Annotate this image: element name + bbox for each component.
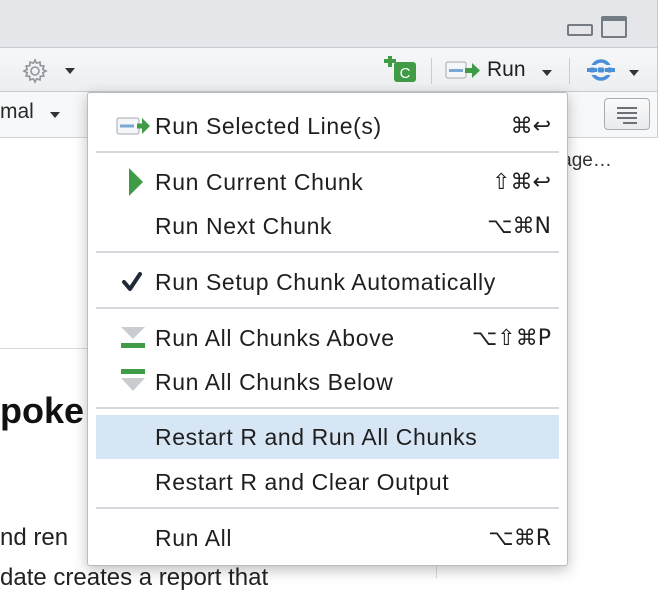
menu-item-label: Run Setup Chunk Automatically bbox=[155, 268, 496, 295]
run-button-label: Run bbox=[487, 58, 526, 81]
outline-icon-line bbox=[617, 112, 637, 114]
menu-item-run-all-chunks-below[interactable]: Run All Chunks Below bbox=[96, 361, 559, 403]
run-arrow-icon bbox=[445, 61, 480, 79]
menu-item-run-current-chunk[interactable]: Run Current Chunk ⇧⌘↩ bbox=[96, 161, 559, 203]
outline-icon-line bbox=[623, 122, 637, 124]
content-divider-line bbox=[0, 348, 90, 349]
document-outline-button[interactable] bbox=[604, 98, 650, 130]
document-paragraph-line: date creates a report that bbox=[0, 564, 269, 591]
menu-item-label: Run Next Chunk bbox=[155, 212, 333, 239]
run-above-icon bbox=[121, 327, 145, 348]
menu-separator bbox=[96, 251, 559, 253]
window-title-strip bbox=[0, 0, 658, 48]
menu-item-restart-r-and-run-all-chunks[interactable]: Restart R and Run All Chunks bbox=[96, 415, 559, 459]
menu-item-run-all[interactable]: Run All ⌥⌘R bbox=[96, 517, 559, 559]
outline-icon bbox=[617, 107, 637, 109]
menu-item-run-selected-lines[interactable]: Run Selected Line(s) ⌘↩ bbox=[96, 105, 559, 147]
run-dropdown-caret-icon[interactable] bbox=[542, 70, 552, 76]
menu-item-label: Run All Chunks Below bbox=[155, 368, 394, 395]
menu-item-shortcut: ⌥⇧⌘P bbox=[471, 325, 551, 351]
publish-dropdown-caret-icon[interactable] bbox=[629, 70, 639, 76]
toolbar-separator bbox=[431, 58, 432, 84]
play-icon bbox=[129, 168, 143, 196]
run-button[interactable]: Run bbox=[445, 54, 526, 86]
outline-icon-line bbox=[617, 117, 637, 119]
insert-chunk-letter: C bbox=[400, 65, 411, 82]
menu-separator bbox=[96, 507, 559, 509]
document-paragraph-line: nd ren bbox=[0, 524, 69, 551]
menu-item-label: Run Current Chunk bbox=[155, 168, 364, 195]
maximize-icon[interactable] bbox=[601, 16, 627, 38]
menu-item-shortcut: ⌥⌘R bbox=[488, 525, 551, 551]
menu-item-shortcut: ⌘↩ bbox=[510, 113, 551, 139]
minimize-icon[interactable] bbox=[567, 16, 593, 38]
menu-item-run-all-chunks-above[interactable]: Run All Chunks Above ⌥⇧⌘P bbox=[96, 317, 559, 359]
menu-item-shortcut: ⇧⌘↩ bbox=[492, 169, 551, 195]
menu-separator bbox=[96, 407, 559, 409]
gear-icon[interactable] bbox=[22, 58, 48, 84]
run-dropdown-menu: Run Selected Line(s) ⌘↩ Run Current Chun… bbox=[87, 92, 568, 566]
checkmark-icon bbox=[122, 272, 142, 291]
editor-toolbar: C Run bbox=[0, 48, 658, 92]
format-dropdown-caret-icon[interactable] bbox=[50, 112, 60, 118]
window-controls bbox=[567, 16, 627, 38]
run-below-icon bbox=[121, 369, 145, 391]
menu-item-restart-r-and-clear-output[interactable]: Restart R and Clear Output bbox=[96, 461, 559, 503]
menu-item-run-next-chunk[interactable]: Run Next Chunk ⌥⌘N bbox=[96, 205, 559, 247]
toolbar-separator bbox=[569, 58, 570, 84]
menu-item-shortcut: ⌥⌘N bbox=[487, 213, 551, 239]
menu-item-label: Restart R and Run All Chunks bbox=[155, 423, 478, 450]
menu-separator bbox=[96, 151, 559, 153]
menu-item-label: Run Selected Line(s) bbox=[155, 112, 382, 139]
document-heading: poke bbox=[0, 390, 85, 431]
menu-item-run-setup-chunk-automatically[interactable]: Run Setup Chunk Automatically bbox=[96, 261, 559, 303]
menu-item-label: Run All Chunks Above bbox=[155, 324, 395, 351]
run-line-icon bbox=[116, 117, 150, 135]
menu-item-label: Run All bbox=[155, 524, 233, 551]
publish-icon[interactable] bbox=[584, 56, 618, 84]
insert-chunk-icon[interactable]: C bbox=[382, 56, 418, 84]
format-dropdown-label[interactable]: mal bbox=[0, 100, 34, 124]
menu-separator bbox=[96, 307, 559, 309]
menu-item-label: Restart R and Clear Output bbox=[155, 468, 450, 495]
gear-dropdown-caret-icon[interactable] bbox=[65, 68, 75, 74]
